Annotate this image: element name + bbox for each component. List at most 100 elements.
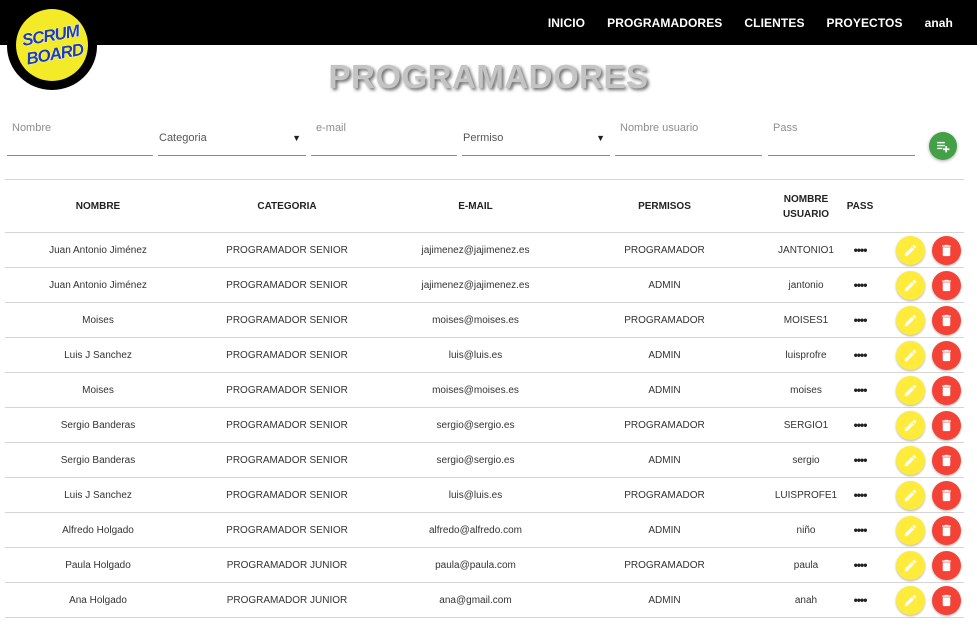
cell-permiso: ADMIN [648,594,681,606]
cell-pass: •••• [853,453,868,467]
table-header: NOMBRE CATEGORIA E-MAIL PERMISOS NOMBRE … [5,179,964,233]
cell-permiso: ADMIN [648,279,681,291]
permiso-label: Permiso [463,132,504,144]
edit-button[interactable] [896,236,925,265]
col-usuario-line2: USUARIO [782,208,830,220]
delete-button[interactable] [932,516,961,545]
edit-button[interactable] [896,516,925,545]
table-row: Juan Antonio Jiménez PROGRAMADOR SENIOR … [5,268,964,303]
cell-categoria: PROGRAMADOR SENIOR [226,419,348,431]
edit-button[interactable] [896,376,925,405]
nav-proyectos[interactable]: PROYECTOS [827,16,903,30]
table-row: Luis J Sanchez PROGRAMADOR SENIOR luis@l… [5,478,964,513]
col-usuario[interactable]: NOMBRE USUARIO [761,180,851,233]
col-pass[interactable]: PASS [846,180,874,233]
cell-permiso: PROGRAMADOR [624,244,705,256]
nav-programadores[interactable]: PROGRAMADORES [607,16,722,30]
table-row: Luis J Sanchez PROGRAMADOR SENIOR luis@l… [5,338,964,373]
cell-categoria: PROGRAMADOR SENIOR [226,244,348,256]
usuario-filter-input[interactable]: Nombre usuario [615,112,762,156]
cell-permiso: PROGRAMADOR [624,419,705,431]
trash-icon [942,384,951,397]
categoria-label: Categoria [159,132,207,144]
edit-button[interactable] [896,271,925,300]
table-body: Juan Antonio Jiménez PROGRAMADOR SENIOR … [5,233,964,618]
cell-permiso: ADMIN [648,524,681,536]
cell-permiso: PROGRAMADOR [624,559,705,571]
cell-usuario: JANTONIO1 [778,244,834,256]
cell-pass: •••• [853,383,868,397]
filter-bar: Nombre Categoria ▼ e-mail Permiso ▼ Nomb… [0,112,977,158]
delete-button[interactable] [932,236,961,265]
trash-icon [942,524,951,537]
delete-button[interactable] [932,586,961,615]
edit-button[interactable] [896,586,925,615]
dropdown-arrow-icon: ▼ [596,133,605,143]
pencil-icon [904,594,917,607]
cell-email: sergio@sergio.es [436,419,515,431]
delete-button[interactable] [932,271,961,300]
cell-permiso: ADMIN [648,349,681,361]
col-email[interactable]: E-MAIL [383,180,568,233]
delete-button[interactable] [932,411,961,440]
dropdown-arrow-icon: ▼ [292,133,301,143]
table-row: Moises PROGRAMADOR SENIOR moises@moises.… [5,303,964,338]
edit-button[interactable] [896,306,925,335]
edit-button[interactable] [896,411,925,440]
cell-categoria: PROGRAMADOR JUNIOR [226,594,348,606]
delete-button[interactable] [932,376,961,405]
trash-icon [942,489,951,502]
pencil-icon [904,384,917,397]
top-navbar: INICIO PROGRAMADORES CLIENTES PROYECTOS … [0,0,977,45]
playlist-add-icon [937,141,950,153]
edit-button[interactable] [896,446,925,475]
pencil-icon [904,559,917,572]
delete-button[interactable] [932,481,961,510]
nav-clientes[interactable]: CLIENTES [744,16,804,30]
nombre-placeholder: Nombre [12,122,52,134]
delete-button[interactable] [932,446,961,475]
scrumboard-logo[interactable]: SCRUM BOARD [7,2,97,90]
nav-inicio[interactable]: INICIO [548,16,585,30]
cell-nombre: Juan Antonio Jiménez [49,244,147,256]
delete-button[interactable] [932,551,961,580]
cell-categoria: PROGRAMADOR SENIOR [226,384,348,396]
col-permisos[interactable]: PERMISOS [568,180,761,233]
col-usuario-line1: NOMBRE [783,193,829,205]
categoria-select[interactable]: Categoria ▼ [158,112,306,156]
pencil-icon [904,244,917,257]
cell-email: paula@paula.com [435,559,516,571]
page-title: PROGRAMADORES [328,58,649,95]
cell-pass: •••• [853,558,868,572]
cell-usuario: luisprofre [785,349,827,361]
pencil-icon [904,454,917,467]
delete-button[interactable] [932,341,961,370]
cell-pass: •••• [853,313,868,327]
table-row: Alfredo Holgado PROGRAMADOR SENIOR alfre… [5,513,964,548]
cell-pass: •••• [853,593,868,607]
pencil-icon [904,314,917,327]
trash-icon [942,244,951,257]
nav-user[interactable]: anah [925,16,953,30]
edit-button[interactable] [896,551,925,580]
email-filter-input[interactable]: e-mail [311,112,457,156]
cell-nombre: Moises [82,384,114,396]
pass-filter-input[interactable]: Pass [768,112,915,156]
col-categoria[interactable]: CATEGORIA [191,180,383,233]
cell-categoria: PROGRAMADOR SENIOR [226,489,348,501]
add-programmer-button[interactable] [929,132,957,160]
trash-icon [942,454,951,467]
edit-button[interactable] [896,481,925,510]
cell-usuario: paula [793,559,819,571]
cell-pass: •••• [853,488,868,502]
cell-email: sergio@sergio.es [436,454,515,466]
nombre-filter-input[interactable]: Nombre [7,112,153,156]
logo-wordmark: SCRUM BOARD [20,21,86,69]
permiso-select[interactable]: Permiso ▼ [462,112,610,156]
col-nombre[interactable]: NOMBRE [5,180,191,233]
cell-email: luis@luis.es [448,349,503,361]
edit-button[interactable] [896,341,925,370]
table-row: Ana Holgado PROGRAMADOR JUNIOR ana@gmail… [5,583,964,618]
delete-button[interactable] [932,306,961,335]
nav-links: INICIO PROGRAMADORES CLIENTES PROYECTOS … [537,0,977,45]
